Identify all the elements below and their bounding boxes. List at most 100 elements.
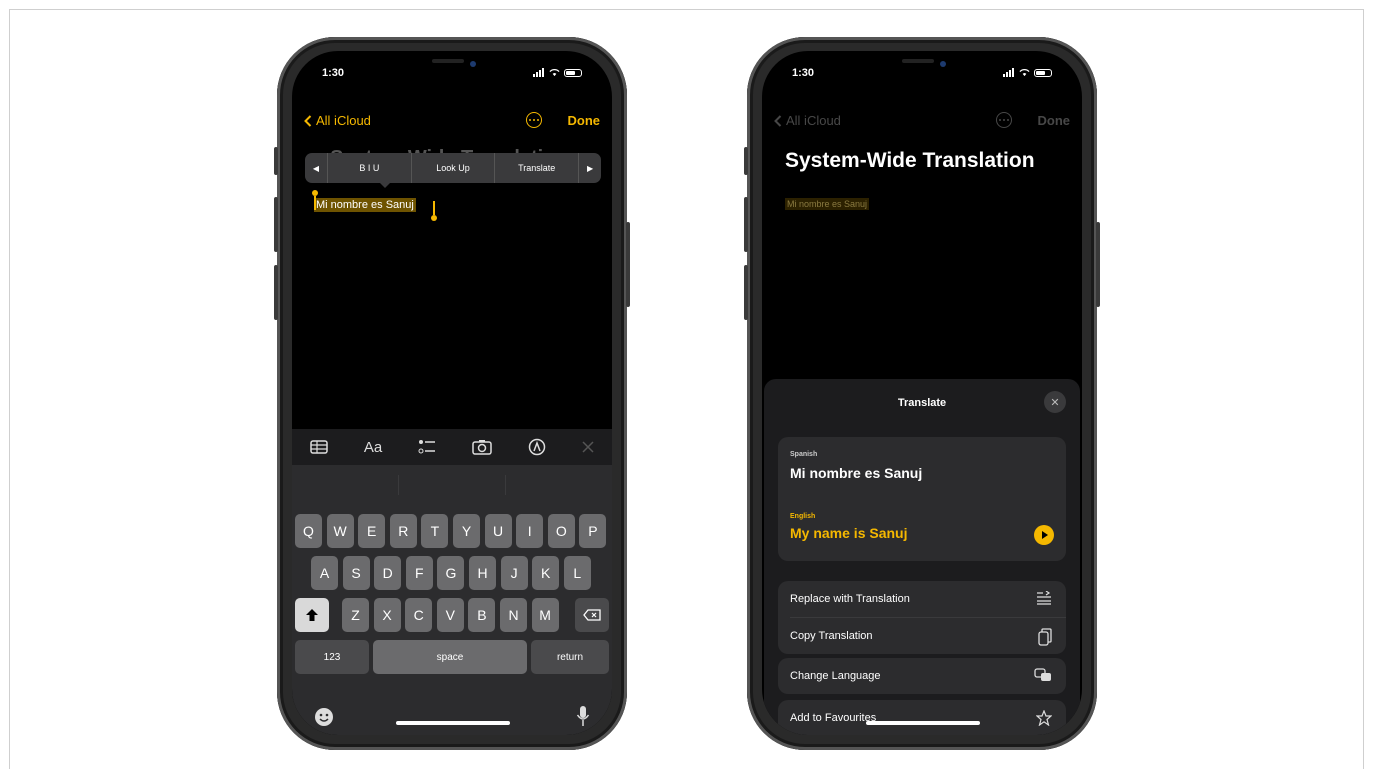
key-k[interactable]: K	[532, 556, 560, 590]
popover-pointer	[379, 182, 391, 188]
star-icon	[1036, 710, 1052, 726]
key-m[interactable]: M	[531, 598, 559, 632]
camera-icon[interactable]	[472, 439, 492, 455]
key-x[interactable]: X	[373, 598, 401, 632]
home-indicator[interactable]	[866, 721, 980, 725]
copy-translation-item[interactable]: Copy Translation	[778, 618, 1066, 654]
key-i[interactable]: I	[516, 514, 544, 548]
key-v[interactable]: V	[436, 598, 464, 632]
target-text: My name is Sanuj	[790, 525, 908, 541]
key-g[interactable]: G	[437, 556, 465, 590]
edit-menu-popover: ◀ B I U Look Up Translate ▶	[305, 153, 601, 183]
key-z[interactable]: Z	[342, 598, 369, 632]
back-button[interactable]: All iCloud	[304, 113, 371, 128]
key-f[interactable]: F	[405, 556, 433, 590]
key-c[interactable]: C	[405, 598, 433, 632]
favourite-actions: Add to Favourites	[778, 700, 1066, 735]
numbers-key[interactable]: 123	[295, 640, 369, 674]
note-body-text: Mi nombre es Sanuj	[785, 198, 870, 210]
shift-key[interactable]	[295, 598, 329, 632]
format-menu-item[interactable]: B I U	[328, 153, 412, 183]
note-title: System-Wide Translation	[785, 149, 1035, 172]
back-label: All iCloud	[316, 113, 371, 128]
predictive-bar	[292, 465, 612, 505]
wifi-icon	[1019, 69, 1030, 77]
nav-bar: All iCloud Done	[292, 112, 612, 133]
formatting-toolbar: Aa	[292, 429, 612, 465]
image-frame	[9, 9, 1364, 769]
delete-key[interactable]	[575, 598, 609, 632]
add-favourites-label: Add to Favourites	[790, 712, 877, 724]
look-up-menu-item[interactable]: Look Up	[412, 153, 496, 183]
selected-text[interactable]: Mi nombre es Sanuj	[314, 198, 416, 212]
key-w[interactable]: W	[326, 514, 354, 548]
key-n[interactable]: N	[500, 598, 527, 632]
space-key[interactable]: space	[373, 640, 527, 674]
back-label: All iCloud	[786, 113, 841, 128]
done-button[interactable]: Done	[1038, 113, 1071, 128]
key-s[interactable]: S	[342, 556, 370, 590]
change-language-item[interactable]: Change Language	[778, 658, 1066, 694]
back-button[interactable]: All iCloud	[774, 113, 841, 128]
phone-left: 1:30 All iCloud Done System-Wide Transla…	[274, 37, 630, 750]
wifi-icon	[549, 69, 560, 77]
key-b[interactable]: B	[468, 598, 496, 632]
nav-bar: All iCloud Done	[762, 112, 1082, 133]
home-indicator[interactable]	[396, 721, 510, 725]
translate-sheet: Translate ✕ Spanish Mi nombre es Sanuj E…	[764, 379, 1080, 735]
translate-language-icon	[1034, 668, 1051, 681]
selection-start-handle[interactable]	[312, 190, 318, 210]
close-icon[interactable]	[582, 441, 594, 453]
keyboard: QWERTYUIOP ASDFGHJKL ZXCVBNM 123 space r…	[292, 465, 612, 735]
table-icon[interactable]	[310, 440, 328, 454]
translate-menu-item[interactable]: Translate	[495, 153, 580, 183]
key-r[interactable]: R	[389, 514, 417, 548]
translation-card: Spanish Mi nombre es Sanuj English My na…	[778, 437, 1066, 561]
return-key[interactable]: return	[531, 640, 609, 674]
menu-next-arrow-icon[interactable]: ▶	[579, 153, 601, 183]
key-d[interactable]: D	[374, 556, 402, 590]
volume-up-button	[274, 197, 278, 252]
replace-with-translation-item[interactable]: Replace with Translation	[778, 581, 1066, 617]
copy-icon	[1038, 628, 1052, 646]
menu-prev-arrow-icon[interactable]: ◀	[305, 153, 328, 183]
play-icon[interactable]	[1034, 525, 1054, 545]
checklist-icon[interactable]	[418, 439, 436, 455]
volume-down-button	[744, 265, 748, 320]
key-e[interactable]: E	[358, 514, 386, 548]
selection-end-handle[interactable]	[431, 201, 437, 221]
battery-icon	[564, 68, 582, 77]
key-l[interactable]: L	[563, 556, 591, 590]
change-language-label: Change Language	[790, 670, 881, 682]
markup-icon[interactable]	[528, 438, 546, 456]
key-h[interactable]: H	[469, 556, 496, 590]
key-a[interactable]: A	[311, 556, 338, 590]
source-language-label: Spanish	[790, 451, 818, 458]
key-p[interactable]: P	[579, 514, 607, 548]
screen: 1:30 All iCloud Done System-Wide Transla…	[762, 51, 1082, 735]
more-options-icon[interactable]	[996, 112, 1012, 128]
key-q[interactable]: Q	[295, 514, 322, 548]
notch	[402, 51, 502, 77]
key-t[interactable]: T	[421, 514, 449, 548]
close-icon[interactable]: ✕	[1044, 391, 1066, 413]
key-j[interactable]: J	[500, 556, 528, 590]
side-button	[626, 222, 630, 307]
mute-switch	[274, 147, 278, 175]
text-format-icon[interactable]: Aa	[364, 439, 382, 456]
target-language-label: English	[790, 513, 816, 520]
key-o[interactable]: O	[547, 514, 575, 548]
key-row-4: 123 space return	[292, 640, 612, 674]
emoji-icon[interactable]	[314, 707, 334, 727]
language-actions: Change Language	[778, 658, 1066, 694]
key-u[interactable]: U	[484, 514, 512, 548]
add-to-favourites-item[interactable]: Add to Favourites	[778, 700, 1066, 735]
microphone-icon[interactable]	[576, 705, 590, 727]
phone-right: 1:30 All iCloud Done System-Wide Transla…	[744, 37, 1100, 750]
source-text: Mi nombre es Sanuj	[790, 465, 923, 481]
more-options-icon[interactable]	[526, 112, 542, 128]
done-button[interactable]: Done	[568, 113, 601, 128]
key-row-1: QWERTYUIOP	[292, 514, 612, 548]
signal-icon	[1003, 68, 1015, 77]
key-y[interactable]: Y	[453, 514, 480, 548]
